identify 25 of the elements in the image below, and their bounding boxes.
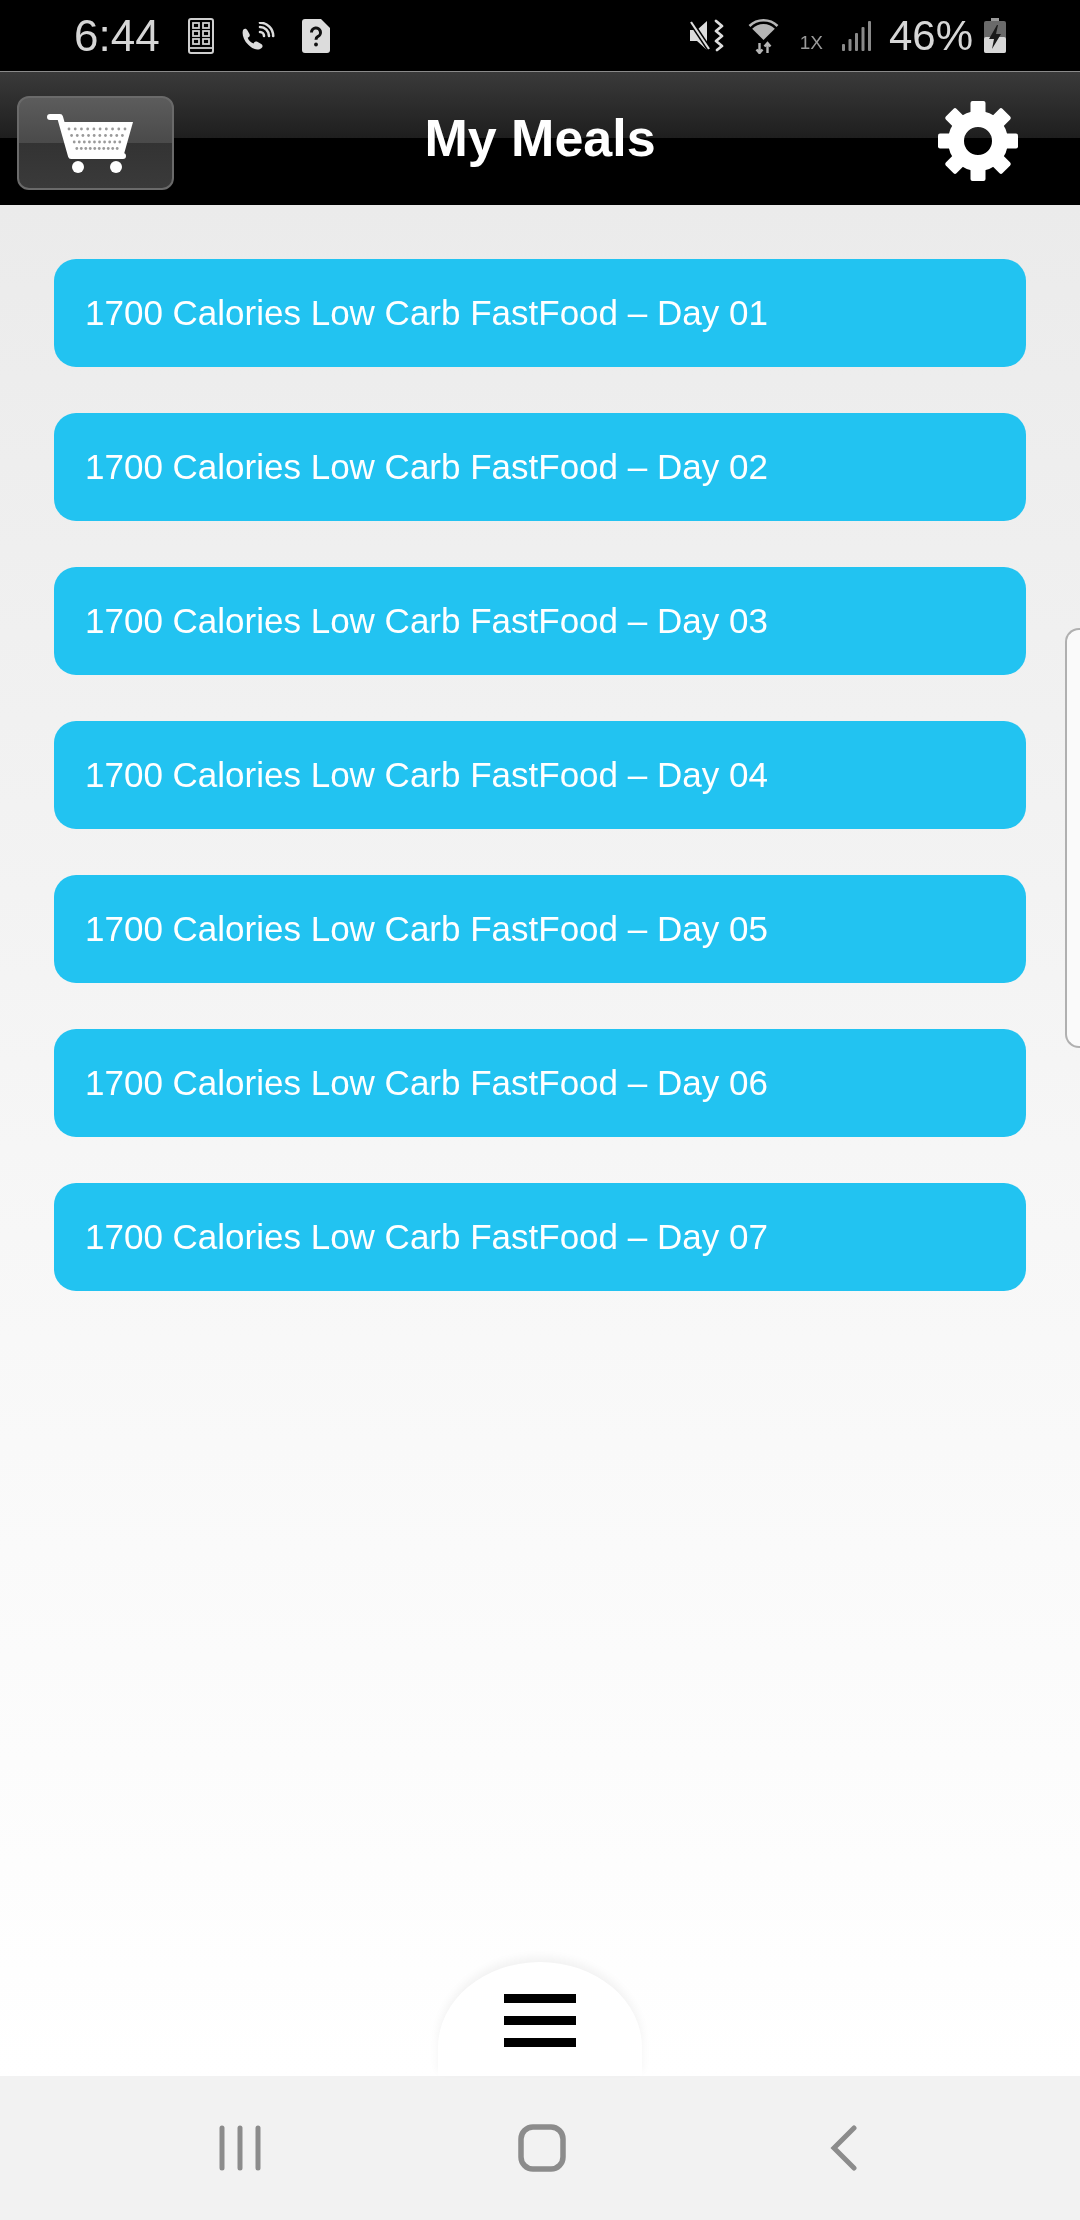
battery-charging-icon: [983, 18, 1007, 53]
recent-apps-icon[interactable]: [219, 2125, 261, 2171]
back-icon[interactable]: [830, 2125, 858, 2171]
mute-vibrate-icon: [688, 19, 725, 52]
battery-percent: 46%: [888, 14, 973, 57]
meal-plan-button[interactable]: 1700 Calories Low Carb FastFood – Day 06: [54, 1029, 1026, 1137]
cart-button[interactable]: [17, 95, 174, 190]
side-panel-handle[interactable]: [1065, 628, 1080, 1048]
cart-icon: [46, 111, 135, 174]
meal-plan-button[interactable]: 1700 Calories Low Carb FastFood – Day 02: [54, 413, 1026, 521]
status-time: 6:44: [74, 13, 160, 58]
signal-icon: [840, 20, 872, 51]
home-icon[interactable]: [518, 2124, 566, 2172]
network-type-label: 1X: [799, 32, 823, 52]
menu-icon: [504, 1994, 576, 2047]
meal-plan-button[interactable]: 1700 Calories Low Carb FastFood – Day 04: [54, 721, 1026, 829]
settings-icon[interactable]: [938, 100, 1018, 181]
meal-plan-button[interactable]: 1700 Calories Low Carb FastFood – Day 01: [54, 259, 1026, 367]
meal-plan-button[interactable]: 1700 Calories Low Carb FastFood – Day 05: [54, 875, 1026, 983]
sim-card-icon: [301, 18, 330, 53]
meal-plan-button[interactable]: 1700 Calories Low Carb FastFood – Day 03: [54, 567, 1026, 675]
wifi-icon: [746, 17, 780, 54]
device-grid-icon: [187, 17, 214, 54]
meal-plan-button[interactable]: 1700 Calories Low Carb FastFood – Day 07: [54, 1183, 1026, 1291]
screen-title: My Meals: [424, 109, 656, 168]
